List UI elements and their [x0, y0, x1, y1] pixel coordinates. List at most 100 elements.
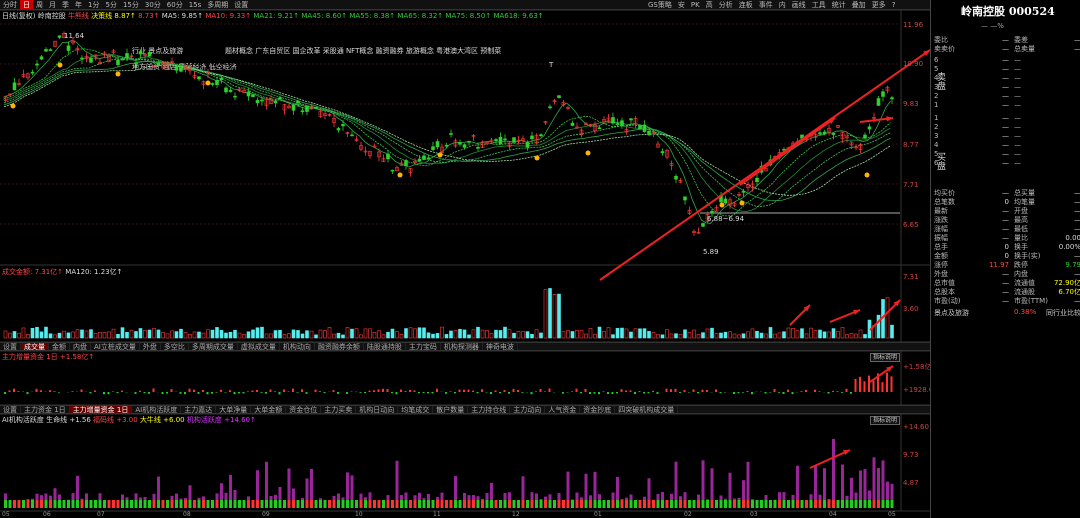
candle	[696, 231, 701, 234]
tool-4[interactable]: 分析	[716, 0, 736, 10]
tag-item[interactable]: 地方国资	[132, 63, 160, 71]
tabs2-item-9[interactable]: 机构日动向	[356, 406, 399, 414]
tag-item[interactable]: 国企改革	[292, 47, 320, 55]
tabs2-item-12[interactable]: 主力持仓线	[468, 406, 511, 414]
tabs2-item-0[interactable]: 设置	[0, 406, 21, 414]
period-12[interactable]: 多周期	[204, 0, 231, 10]
ai-bar	[4, 493, 7, 508]
tabs2-item-15[interactable]: 资金抄底	[580, 406, 616, 414]
tabs2-item-3[interactable]: AI机构活跃度	[132, 406, 182, 414]
period-4[interactable]: 季	[59, 0, 72, 10]
tool-2[interactable]: PK	[688, 0, 703, 10]
tool-7[interactable]: 内	[776, 0, 789, 10]
tag-item[interactable]: NFT概念	[346, 47, 373, 55]
tabs1-item-2[interactable]: 金额	[49, 343, 70, 351]
volume-bar	[557, 293, 561, 339]
tabs1-item-1[interactable]: 成交量	[21, 343, 49, 351]
tool-13[interactable]: ?	[889, 0, 899, 10]
period-9[interactable]: 30分	[142, 0, 164, 10]
period-5[interactable]: 年	[72, 0, 85, 10]
tabs2-item-6[interactable]: 大单金额	[251, 406, 287, 414]
tabs2-item-14[interactable]: 人气资金	[545, 406, 581, 414]
period-2[interactable]: 周	[33, 0, 46, 10]
tabs2-item-5[interactable]: 大单净量	[216, 406, 252, 414]
tabs2-item-13[interactable]: 主力动向	[510, 406, 546, 414]
tag-item[interactable]: 广东自贸区	[255, 47, 290, 55]
tool-0[interactable]: GS策略	[645, 0, 675, 10]
tag-item[interactable]: 露营经济	[178, 63, 206, 71]
tabs1-item-14[interactable]: 神奇电波	[483, 343, 518, 351]
tabs1-item-10[interactable]: 融资融券余额	[315, 343, 364, 351]
period-0[interactable]: 分时	[0, 0, 20, 10]
tool-5[interactable]: 连板	[736, 0, 756, 10]
ai-bar	[539, 499, 543, 508]
tabs1-item-9[interactable]: 机构动向	[280, 343, 315, 351]
ai-base-bar	[769, 500, 772, 508]
volume-bar	[192, 331, 197, 339]
tool-10[interactable]: 统计	[829, 0, 849, 10]
period-11[interactable]: 15s	[186, 0, 205, 10]
tabs1-item-3[interactable]: 内盘	[70, 343, 91, 351]
tag-item[interactable]: 低空经济	[209, 63, 237, 71]
tag-item[interactable]: 预制菜	[480, 47, 501, 55]
tabs2-item-4[interactable]: 主力嘉达	[181, 406, 217, 414]
tabs1-item-0[interactable]: 设置	[0, 343, 21, 351]
period-3[interactable]: 月	[46, 0, 59, 10]
volume-bar	[480, 329, 485, 339]
indicator-help-button[interactable]: 指标说明	[870, 353, 901, 362]
tabs1-item-12[interactable]: 主力宝码	[406, 343, 441, 351]
tabs2-item-11[interactable]: 散户数量	[433, 406, 469, 414]
tabs1-item-13[interactable]: 机构探测器	[441, 343, 483, 351]
tag-industry[interactable]: 景点及旅游	[148, 47, 183, 55]
tool-11[interactable]: 叠加	[849, 0, 869, 10]
ai-bar	[179, 498, 183, 508]
tag-item[interactable]: 采股通	[323, 47, 344, 55]
tabs1-item-5[interactable]: 外盘	[140, 343, 161, 351]
candle	[876, 98, 881, 106]
tag-item[interactable]: 粤港澳大湾区	[436, 47, 478, 55]
tabs1-item-6[interactable]: 多空比	[161, 343, 189, 351]
ai-bar	[643, 496, 646, 508]
tool-12[interactable]: 更多	[869, 0, 889, 10]
flow-bar	[49, 390, 51, 392]
tag-item[interactable]: 旅游概念	[406, 47, 434, 55]
tabs1-item-8[interactable]: 虚拟成交量	[238, 343, 280, 351]
tool-3[interactable]: 高	[703, 0, 716, 10]
indicator-help-button-2[interactable]: 指标说明	[870, 416, 901, 425]
ai-bar	[287, 468, 291, 508]
tabs2-item-16[interactable]: 四突破机构成交量	[615, 406, 679, 414]
period-6[interactable]: 1分	[85, 0, 102, 10]
tabs1-item-7[interactable]: 多周期成交量	[189, 343, 238, 351]
stock-chart[interactable]	[0, 0, 930, 518]
tabs2-item-1[interactable]: 主力资金 1日	[21, 406, 70, 414]
footer-item-2[interactable]: 同行业比较	[1046, 308, 1080, 318]
price-change: — —%	[981, 22, 1004, 30]
ai-base-bar	[602, 500, 606, 508]
tool-6[interactable]: 事件	[756, 0, 776, 10]
period-1[interactable]: 日	[20, 0, 33, 10]
ai-base-bar	[364, 500, 367, 508]
tabs1-item-11[interactable]: 陆股通持股	[364, 343, 406, 351]
tool-1[interactable]: 安	[675, 0, 688, 10]
tabs2-item-8[interactable]: 主力买卖	[321, 406, 357, 414]
tabs2-item-2[interactable]: 主力增量资金 1日	[69, 406, 133, 414]
period-7[interactable]: 5分	[102, 0, 119, 10]
period-13[interactable]: 设置	[231, 0, 251, 10]
sell-side-label: 卖盘	[935, 72, 945, 90]
tool-8[interactable]: 画线	[789, 0, 809, 10]
tag-item[interactable]: 融资融券	[376, 47, 404, 55]
price-scale-6: 6.65	[903, 221, 919, 229]
tabs2-item-10[interactable]: 均笔成交	[398, 406, 434, 414]
volume-bar	[705, 328, 710, 339]
period-8[interactable]: 15分	[120, 0, 142, 10]
ai-base-bar	[197, 500, 201, 508]
tool-9[interactable]: 工具	[809, 0, 829, 10]
candle	[629, 118, 633, 121]
tag-item[interactable]: 酒店	[162, 63, 176, 71]
ai-bar	[728, 472, 732, 508]
period-10[interactable]: 60分	[164, 0, 186, 10]
volume-bar	[183, 332, 188, 339]
trend-arrow	[859, 117, 894, 123]
tabs1-item-4[interactable]: AI立桩成交量	[91, 343, 140, 351]
tabs2-item-7[interactable]: 资金仓位	[286, 406, 322, 414]
